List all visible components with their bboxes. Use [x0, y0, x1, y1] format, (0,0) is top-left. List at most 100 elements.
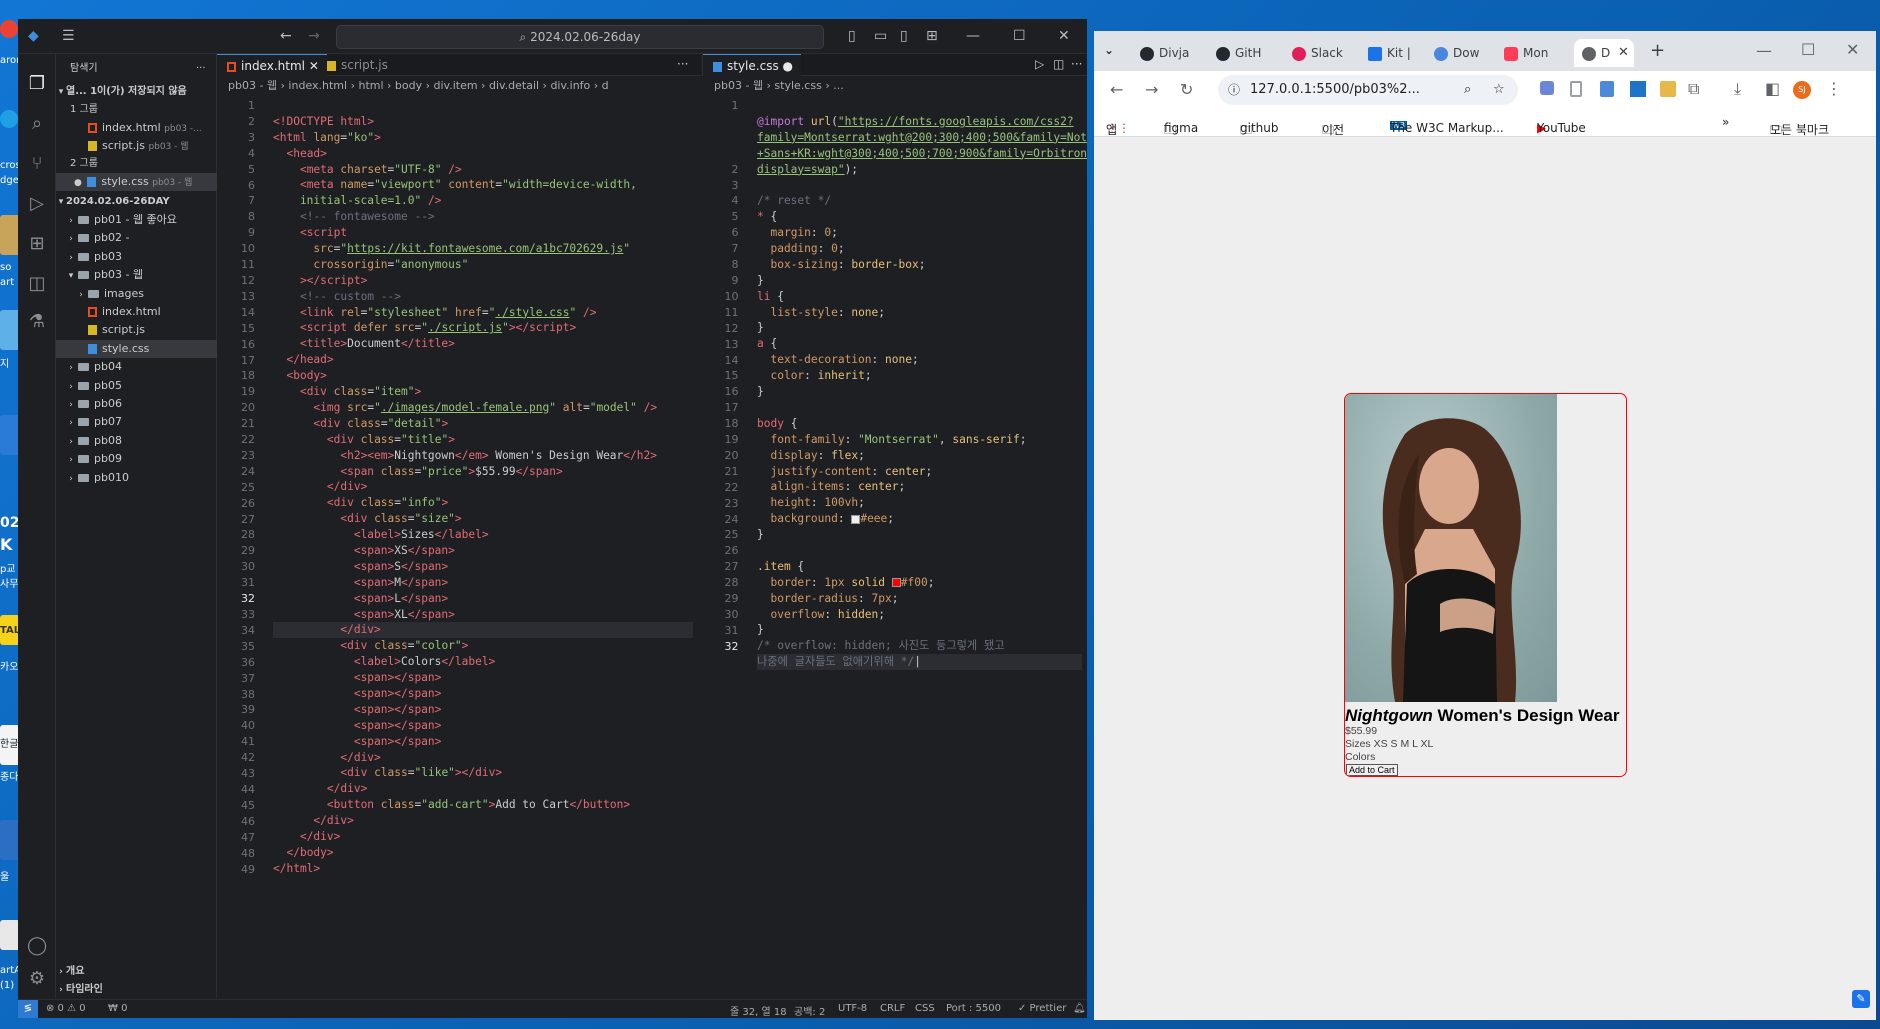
more-actions-icon[interactable]: ···: [677, 57, 688, 71]
left-code-editor[interactable]: <!DOCTYPE html> <html lang="ko"> <head> <…: [273, 98, 693, 924]
desktop-icon[interactable]: [0, 20, 18, 38]
language-mode[interactable]: CSS: [915, 1003, 935, 1014]
remote-indicator[interactable]: ≶: [18, 1000, 38, 1018]
tree-item[interactable]: › pb04: [56, 358, 217, 376]
back-icon[interactable]: ←: [280, 28, 292, 44]
edge-icon[interactable]: [0, 110, 18, 128]
live-server-port[interactable]: Port : 5500: [946, 1003, 1001, 1014]
maximize-icon[interactable]: ☐: [1013, 28, 1026, 44]
manage-gear-icon[interactable]: ⚙: [27, 969, 47, 989]
browser-tab[interactable]: Mon: [1504, 39, 1566, 67]
extensions-puzzle-icon[interactable]: ⧉: [1688, 79, 1699, 99]
tree-item[interactable]: › pb01 - 웹 좋아요: [56, 211, 217, 229]
side-panel-icon[interactable]: ◧: [1765, 79, 1780, 98]
ports-status[interactable]: ₩ 0: [108, 1003, 127, 1014]
back-icon[interactable]: ←: [1110, 80, 1123, 99]
tab-script-js[interactable]: script.js: [317, 54, 396, 76]
extension-icon[interactable]: [1630, 81, 1646, 97]
notifications-icon[interactable]: 🔔︎: [1073, 1003, 1086, 1014]
toggle-secondary-sidebar-icon[interactable]: ▯: [900, 28, 908, 44]
prettier-status[interactable]: ✓ Prettier: [1018, 1003, 1066, 1014]
command-center-search[interactable]: ⌕ 2024.02.06-26day: [336, 25, 824, 49]
desktop-icon[interactable]: [0, 415, 20, 455]
menu-icon[interactable]: ☰: [62, 28, 75, 44]
forward-icon[interactable]: →: [308, 28, 320, 44]
browser-tab[interactable]: Dow: [1434, 39, 1494, 67]
indentation-status[interactable]: 공백: 2: [794, 1003, 825, 1018]
edit-pen-icon[interactable]: ✎: [1852, 990, 1870, 1008]
cursor-position[interactable]: 줄 32, 열 18: [730, 1003, 787, 1018]
add-to-cart-button[interactable]: Add to Cart: [1346, 764, 1398, 776]
bookmark-star-icon[interactable]: ☆: [1493, 75, 1505, 105]
open-editor-item[interactable]: index.html pb03 -...: [56, 119, 217, 137]
source-control-icon[interactable]: ⑂: [27, 154, 47, 174]
desktop-icon[interactable]: [0, 310, 20, 350]
tree-item[interactable]: ▾ pb03 - 웹: [56, 266, 217, 284]
tree-item[interactable]: › pb010: [56, 469, 217, 487]
open-editor-item[interactable]: ● style.css pb03 - 웹: [56, 173, 217, 191]
zoom-icon[interactable]: ⌕: [1464, 75, 1471, 105]
close-icon[interactable]: ✕: [1058, 28, 1070, 44]
desktop-icon[interactable]: [0, 215, 20, 255]
account-icon[interactable]: ◯: [27, 936, 47, 956]
tree-item[interactable]: › pb07: [56, 413, 217, 431]
extension-icon[interactable]: [1660, 81, 1676, 97]
color-swatch[interactable]: [851, 514, 861, 524]
tree-item[interactable]: index.html: [56, 303, 217, 321]
open-editor-item[interactable]: script.js pb03 - 웹: [56, 137, 217, 155]
more-actions-icon[interactable]: ···: [1071, 57, 1082, 71]
tree-item[interactable]: › pb08: [56, 432, 217, 450]
unsaved-dot-icon[interactable]: ●: [783, 59, 793, 73]
extension-icon[interactable]: [1600, 81, 1614, 97]
minimize-icon[interactable]: —: [966, 28, 980, 44]
minimize-icon[interactable]: —: [1756, 41, 1772, 60]
toggle-sidebar-icon[interactable]: ▯: [848, 28, 856, 44]
browser-tab[interactable]: Kit |: [1368, 39, 1424, 67]
more-bookmarks-icon[interactable]: »: [1722, 115, 1729, 129]
run-debug-icon[interactable]: ▷: [27, 194, 47, 214]
site-info-icon[interactable]: ⓘ: [1228, 75, 1240, 105]
address-bar[interactable]: ⓘ 127.0.0.1:5500/pb03%2... ⌕ ☆: [1218, 75, 1518, 105]
desktop-icon[interactable]: [0, 820, 20, 860]
color-swatch[interactable]: [891, 578, 901, 588]
customize-layout-icon[interactable]: ⊞: [926, 28, 938, 44]
new-tab-icon[interactable]: +: [1650, 40, 1665, 61]
browser-tab[interactable]: Divja: [1140, 39, 1206, 67]
tree-item[interactable]: › pb05: [56, 377, 217, 395]
remote-icon[interactable]: ◫: [27, 274, 47, 294]
workspace-header[interactable]: ▾ 2024.02.06-26DAY: [56, 193, 217, 211]
explorer-icon[interactable]: ❐: [27, 74, 47, 94]
close-tab-icon[interactable]: ✕: [1618, 39, 1629, 67]
tab-search-icon[interactable]: ⌄: [1104, 43, 1114, 57]
maximize-icon[interactable]: ☐: [1801, 40, 1815, 59]
eol-status[interactable]: CRLF: [880, 1003, 905, 1014]
tree-item[interactable]: › images: [56, 285, 217, 303]
tab-style-css[interactable]: style.css ●: [703, 54, 802, 76]
right-breadcrumb[interactable]: pb03 - 웹 › style.css › ...: [714, 76, 1084, 95]
search-icon[interactable]: ⌕: [27, 114, 47, 134]
encoding-status[interactable]: UTF-8: [838, 1003, 867, 1014]
toggle-panel-icon[interactable]: ▭: [874, 28, 887, 44]
desktop-icon[interactable]: [0, 920, 20, 950]
tree-item[interactable]: style.css: [56, 339, 217, 358]
forward-icon[interactable]: →: [1145, 80, 1158, 99]
browser-tab[interactable]: GitH: [1216, 39, 1282, 67]
right-code-editor[interactable]: @import url("https://fonts.googleapis.co…: [757, 98, 1087, 702]
chrome-menu-icon[interactable]: ⋮: [1826, 79, 1842, 98]
browser-tab-active[interactable]: D ✕: [1574, 39, 1634, 67]
tab-index-html[interactable]: index.html ✕: [217, 54, 327, 76]
download-icon[interactable]: ⤓: [1734, 79, 1741, 99]
tree-item[interactable]: script.js: [56, 321, 217, 339]
timeline-section[interactable]: › 타임라인: [56, 981, 217, 999]
close-window-icon[interactable]: ✕: [1846, 40, 1859, 59]
left-breadcrumb[interactable]: pb03 - 웹 › index.html › html › body › di…: [228, 76, 700, 95]
more-actions-icon[interactable]: ···: [196, 60, 206, 78]
tree-item[interactable]: › pb02 -: [56, 229, 217, 247]
open-editors-header[interactable]: ▾ 열... 1이(가) 저장되지 않음: [56, 83, 217, 101]
reload-icon[interactable]: ↻: [1180, 80, 1193, 99]
run-icon[interactable]: ▷: [1035, 57, 1044, 71]
tree-item[interactable]: › pb06: [56, 395, 217, 413]
extension-icon[interactable]: [1570, 81, 1582, 97]
problems-status[interactable]: ⊗ 0 ⚠ 0: [46, 1003, 86, 1014]
extension-icon[interactable]: [1540, 81, 1554, 95]
